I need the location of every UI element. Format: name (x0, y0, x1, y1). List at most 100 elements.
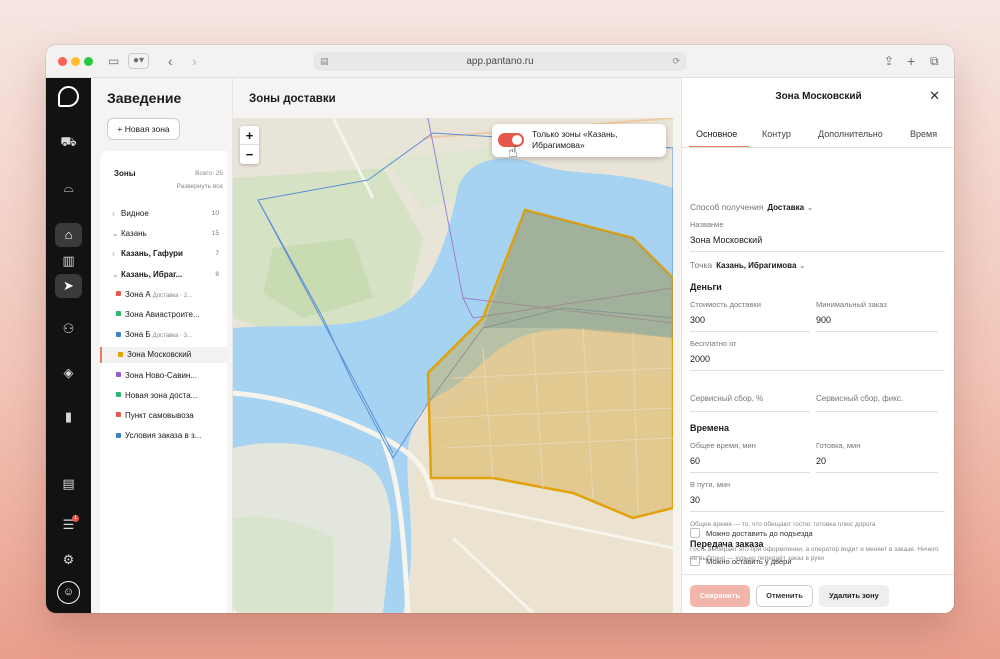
only-point-zones-label: Только зоны «Казань, Ибрагимова» (532, 129, 618, 150)
group-item[interactable]: › Казань, Гафури 7 (100, 246, 227, 262)
zone-details-title: Зона Московский (775, 91, 862, 102)
zone-color-dot (118, 351, 123, 357)
maximize-window-button[interactable] (84, 57, 93, 66)
tabs-overview-icon[interactable]: ⧉ (930, 53, 939, 69)
tab-contour[interactable]: Контур (762, 129, 791, 139)
delivery-cost-field[interactable]: 300 (690, 315, 705, 325)
zone-item[interactable]: Зона А Доставка · 2... (100, 287, 227, 303)
ready-field[interactable]: 20 (816, 456, 826, 466)
users-icon[interactable]: ⚇ (55, 317, 82, 341)
min-order-label: Минимальный заказ (816, 300, 887, 309)
point-select[interactable]: Точка Казань, Ибрагимова ⌄ (690, 260, 806, 271)
share-icon[interactable]: ⇪ (884, 53, 894, 69)
sidebar-toggle-icon[interactable]: ▭ (108, 53, 119, 69)
document-icon[interactable]: ▤ (55, 472, 82, 496)
zone-item[interactable]: Зона Ново-Савин... (100, 368, 227, 384)
transit-underline (690, 511, 945, 512)
zones-panel: Зоны Всего: 25 Развернуть все › Видное 10 ⌄… (100, 151, 227, 613)
chevron-right-icon[interactable]: › (112, 246, 121, 262)
expand-all-link[interactable]: Развернуть все (176, 183, 223, 190)
group-item[interactable]: ⌄ Казань, Ибраг... 8 (100, 267, 227, 283)
settings-icon[interactable]: ⚙ (55, 548, 82, 572)
zone-color-dot (116, 331, 121, 337)
zoom-in-button[interactable]: + (240, 126, 259, 145)
chart-icon[interactable]: ▮ (55, 405, 82, 429)
hand-cursor-icon: ☝ (508, 144, 518, 161)
tree-item-label: Пункт самовывоза (125, 411, 194, 420)
free-from-field[interactable]: 2000 (690, 354, 710, 364)
chevron-right-icon[interactable]: › (112, 206, 121, 222)
store-icon[interactable]: ⌂ (55, 223, 82, 247)
zoom-out-button[interactable]: − (240, 145, 259, 164)
ready-underline (816, 472, 938, 473)
venue-sidebar: Заведение + Новая зона Зоны Всего: 25 Ра… (91, 78, 233, 613)
zone-tabs: Основное Контур Дополнительно Время (682, 122, 954, 148)
details-footer: Сохранить Отменить Удалить зону (682, 574, 954, 613)
zone-item[interactable]: Зона Авиастроите... (100, 307, 227, 323)
total-time-field[interactable]: 60 (690, 456, 700, 466)
deliver-to-entrance-checkbox[interactable] (690, 528, 700, 539)
delivery-map[interactable]: + − Только зоны «Казань, Ибрагимова» ☝ (233, 118, 673, 613)
group-item[interactable]: ⌄ Казань 15 (100, 226, 227, 242)
name-field-underline (690, 251, 945, 252)
list-icon[interactable]: ☰ 1 (55, 513, 82, 537)
navigation-icon[interactable]: ➤ (55, 274, 82, 298)
profile-menu-icon[interactable]: ●▾ (128, 53, 150, 69)
reload-icon[interactable]: ⟳ (672, 52, 680, 71)
zoom-controls: + − (240, 126, 259, 164)
map-title: Зоны доставки (249, 93, 336, 105)
tab-main[interactable]: Основное (696, 129, 737, 139)
tree-item-subtitle: Доставка · 3... (152, 333, 193, 340)
shop-icon[interactable]: ▥ (55, 249, 82, 273)
receive-method-select[interactable]: Способ получения Доставка ⌄ (690, 202, 814, 213)
delete-zone-button[interactable]: Удалить зону (819, 585, 889, 607)
chevron-down-icon[interactable]: ⌄ (112, 226, 121, 242)
tree-item-label: Зона Московский (127, 350, 192, 360)
zone-item[interactable]: Условия заказа в з... (100, 428, 227, 444)
total-time-label: Общее время, мин (690, 441, 756, 450)
point-label: Точка (690, 260, 713, 270)
point-value: Казань, Ибрагимова (716, 261, 797, 270)
tree-item-subtitle: Доставка · 2... (152, 292, 193, 299)
service-fee-fixed-field[interactable]: Сервисный сбор, фикс. (816, 394, 903, 403)
zone-color-dot (116, 412, 121, 418)
url-text: app.pantano.ru (466, 56, 534, 67)
zone-item[interactable]: Зона Б Доставка · 3... (100, 327, 227, 343)
user-avatar-icon[interactable]: ☺ (57, 581, 80, 604)
forward-icon[interactable]: › (192, 53, 197, 69)
delivery-cost-label: Стоимость доставки (690, 300, 761, 309)
save-button[interactable]: Сохранить (690, 585, 750, 607)
zone-item[interactable]: Новая зона доста... (100, 388, 227, 404)
min-order-field[interactable]: 900 (816, 315, 831, 325)
new-zone-button[interactable]: + Новая зона (107, 118, 180, 140)
browser-window: ▭ ●▾ ‹ › ▤ app.pantano.ru ⟳ ⇪ + ⧉ ⛟ ⌓ ⌂ … (46, 45, 954, 613)
address-bar[interactable]: ▤ app.pantano.ru ⟳ (314, 52, 686, 71)
new-tab-icon[interactable]: + (907, 53, 915, 69)
back-icon[interactable]: ‹ (168, 53, 173, 69)
tree-item-label: Условия заказа в з... (125, 431, 202, 441)
ticket-icon[interactable]: ◈ (55, 361, 82, 385)
free-from-label: Бесплатно от (690, 339, 737, 348)
tab-time[interactable]: Время (910, 129, 937, 139)
group-item[interactable]: › Видное 10 (100, 206, 227, 222)
close-icon[interactable]: ✕ (929, 88, 940, 104)
times-section-title: Времена (690, 423, 729, 433)
transit-field[interactable]: 30 (690, 495, 700, 505)
app-logo-icon[interactable] (58, 86, 79, 107)
name-field[interactable]: Зона Московский (690, 235, 762, 245)
minimize-window-button[interactable] (71, 57, 80, 66)
close-window-button[interactable] (58, 57, 67, 66)
tree-item-label: Зона Ново-Савин... (125, 370, 197, 380)
tab-additional[interactable]: Дополнительно (818, 129, 883, 139)
zone-item[interactable]: Зона Московский (100, 347, 227, 364)
cancel-button[interactable]: Отменить (756, 585, 813, 607)
truck-icon[interactable]: ⛟ (55, 130, 82, 154)
service-fee-pct-underline (690, 411, 810, 412)
tree-item-count: 7 (215, 250, 219, 258)
chevron-down-icon[interactable]: ⌄ (112, 267, 121, 283)
deliver-to-entrance-option[interactable]: Можно доставить до подъезда (690, 528, 813, 539)
service-fee-pct-field[interactable]: Сервисный сбор, % (690, 394, 763, 403)
zone-color-dot (116, 432, 121, 438)
cloche-icon[interactable]: ⌓ (55, 176, 82, 200)
zone-item[interactable]: Пункт самовывоза (100, 408, 227, 424)
